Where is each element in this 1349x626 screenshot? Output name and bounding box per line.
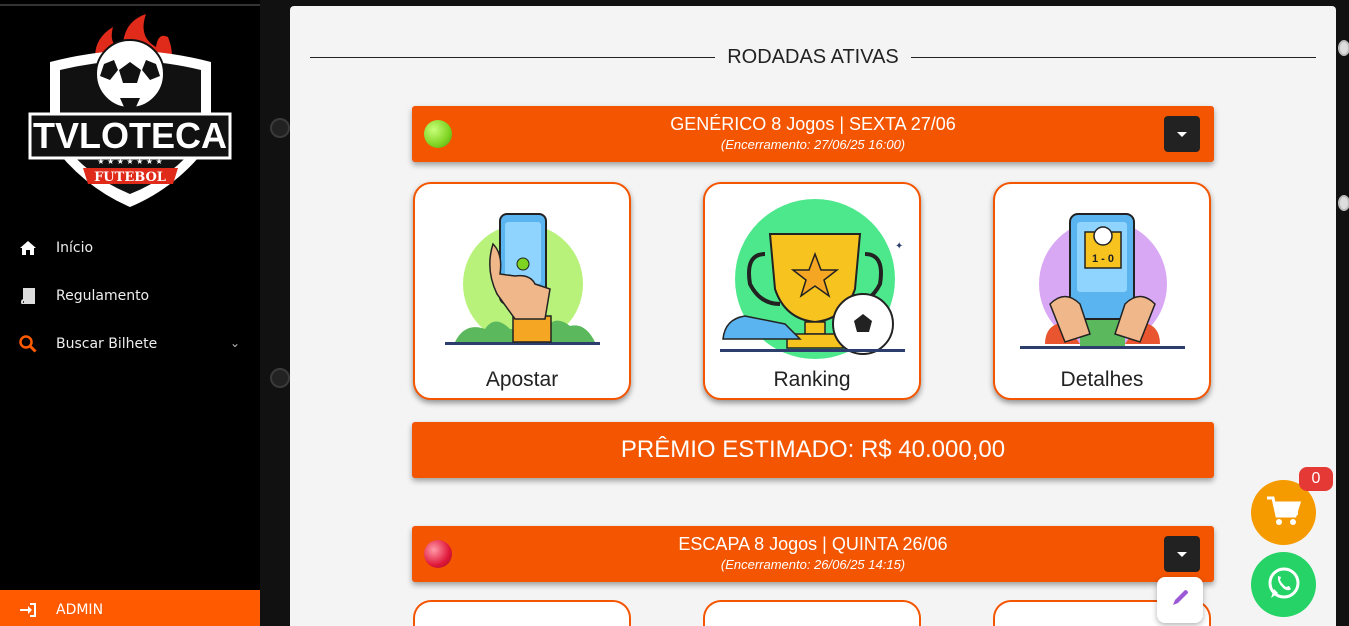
card-apostar[interactable]: Apostar bbox=[413, 182, 631, 400]
soccer-ball-icon bbox=[1338, 195, 1349, 211]
card-label: Ranking bbox=[773, 368, 851, 391]
search-icon bbox=[18, 334, 38, 354]
status-indicator-icon bbox=[424, 540, 452, 568]
sidebar-item-inicio[interactable]: Início bbox=[0, 224, 260, 272]
cart-count-badge: 0 bbox=[1299, 467, 1333, 491]
dropdown-toggle-button[interactable] bbox=[1164, 116, 1200, 152]
svg-text:★ ★ ★ ★ ★ ★ ★: ★ ★ ★ ★ ★ ★ ★ bbox=[97, 157, 162, 166]
home-icon bbox=[18, 238, 38, 258]
logo-text: TVLOTECA bbox=[33, 115, 227, 156]
scoreboard-phone-icon: 1 - 0 bbox=[1020, 213, 1185, 349]
logo[interactable]: TVLOTECA ★ ★ ★ ★ ★ ★ ★ FUTEBOL bbox=[28, 12, 233, 212]
section-title: RODADAS ATIVAS bbox=[310, 44, 1316, 70]
round-closing: (Encerramento: 27/06/25 16:00) bbox=[720, 137, 906, 152]
trophy-icon: ✦ bbox=[720, 199, 905, 359]
svg-text:1 - 0: 1 - 0 bbox=[1092, 253, 1114, 265]
sidebar-item-label: Início bbox=[56, 240, 94, 256]
soccer-ball-icon bbox=[270, 118, 290, 138]
cart-icon bbox=[1266, 496, 1301, 530]
round-closing: (Encerramento: 26/06/25 14:15) bbox=[720, 557, 906, 572]
edit-button[interactable] bbox=[1157, 577, 1203, 623]
status-indicator-icon bbox=[424, 120, 452, 148]
round-header[interactable]: ESCAPA 8 Jogos | QUINTA 26/06 (Encerrame… bbox=[412, 526, 1214, 582]
card-ranking-partial[interactable] bbox=[703, 600, 921, 626]
logo-sub: FUTEBOL bbox=[94, 170, 166, 185]
chevron-down-icon[interactable]: ⌄ bbox=[230, 336, 240, 350]
sidebar-item-regulamento[interactable]: Regulamento bbox=[0, 272, 260, 320]
round-title: GENÉRICO 8 Jogos | SEXTA 27/06 bbox=[670, 114, 956, 134]
main-panel: RODADAS ATIVAS GENÉRICO 8 Jogos | SEXTA … bbox=[290, 6, 1336, 626]
login-icon bbox=[18, 600, 38, 620]
sidebar: TVLOTECA ★ ★ ★ ★ ★ ★ ★ FUTEBOL Início Re… bbox=[0, 0, 260, 626]
sidebar-top-line bbox=[0, 4, 260, 6]
card-ranking[interactable]: ✦ Ranking bbox=[703, 182, 921, 400]
admin-label: ADMIN bbox=[56, 602, 104, 618]
estimated-prize-banner: PRÊMIO ESTIMADO: R$ 40.000,00 bbox=[412, 422, 1214, 478]
svg-text:✦: ✦ bbox=[895, 241, 903, 252]
round-header[interactable]: GENÉRICO 8 Jogos | SEXTA 27/06 (Encerram… bbox=[412, 106, 1214, 162]
soccer-ball-icon bbox=[1338, 40, 1349, 56]
section-title-text: RODADAS ATIVAS bbox=[727, 45, 899, 68]
phone-bet-icon bbox=[445, 213, 600, 345]
whatsapp-icon bbox=[1266, 565, 1302, 605]
sidebar-nav: Início Regulamento Buscar Bilhete ⌄ bbox=[0, 224, 260, 368]
round-title: ESCAPA 8 Jogos | QUINTA 26/06 bbox=[678, 534, 948, 554]
soccer-ball-icon bbox=[270, 368, 290, 388]
card-detalhes[interactable]: 1 - 0 Detalhes bbox=[993, 182, 1211, 400]
sidebar-item-label: Buscar Bilhete bbox=[56, 336, 158, 352]
pen-icon bbox=[1170, 588, 1190, 612]
card-label: Detalhes bbox=[1060, 368, 1144, 391]
dropdown-toggle-button[interactable] bbox=[1164, 536, 1200, 572]
sidebar-item-label: Regulamento bbox=[56, 288, 150, 304]
sidebar-item-buscar-bilhete[interactable]: Buscar Bilhete ⌄ bbox=[0, 320, 260, 368]
whatsapp-button[interactable] bbox=[1251, 552, 1316, 617]
card-label: Apostar bbox=[485, 368, 559, 391]
card-apostar-partial[interactable] bbox=[413, 600, 631, 626]
admin-button[interactable]: ADMIN bbox=[0, 590, 260, 626]
book-icon bbox=[18, 286, 38, 306]
